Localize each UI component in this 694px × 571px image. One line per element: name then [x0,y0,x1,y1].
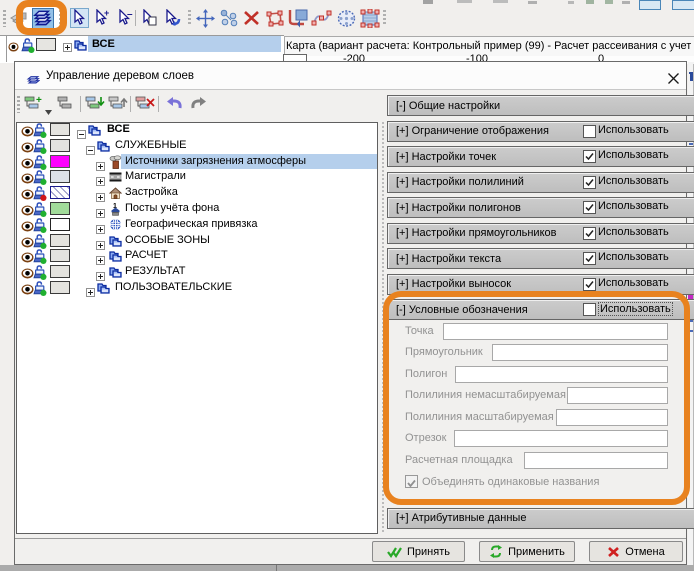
svg-text:+: + [36,95,42,106]
svg-text:–: – [127,9,133,20]
svg-text:+: + [104,9,109,18]
